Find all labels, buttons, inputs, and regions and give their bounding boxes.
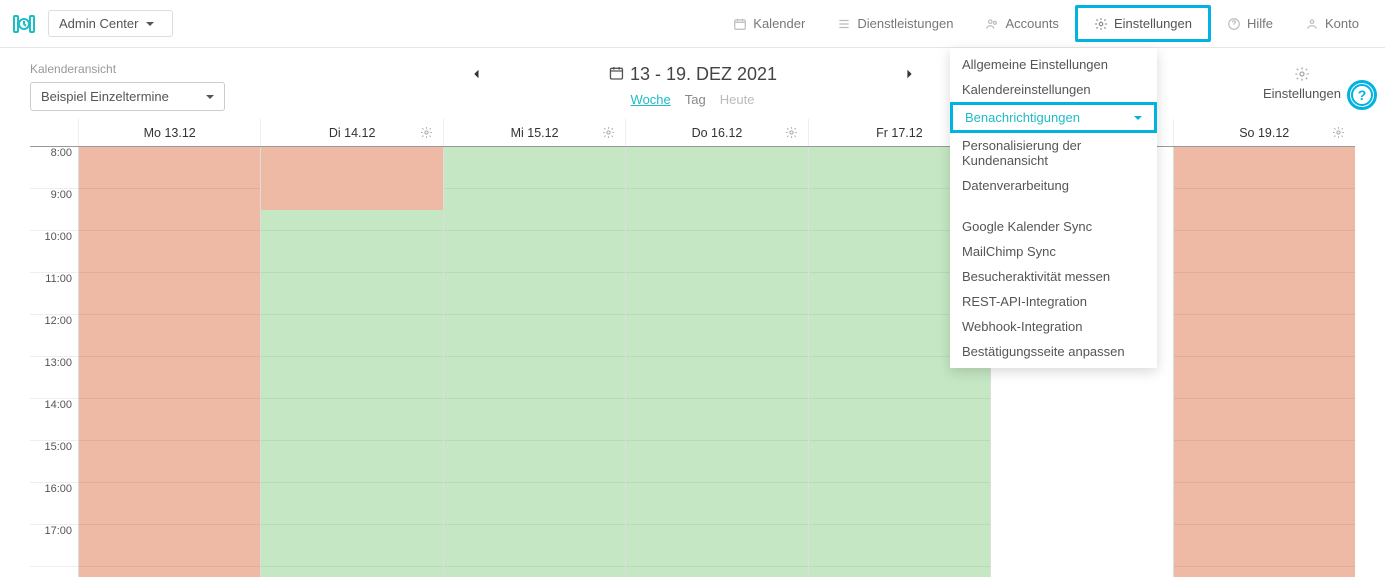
calendar-view-label: Kalenderansicht [30,62,225,76]
calendar: Mo 13.12 Di 14.12 Mi 15.12 Do 16.12 Fr 1… [0,119,1385,577]
calendar-icon [608,65,624,84]
day-column[interactable] [260,147,442,577]
nav-calendar-label: Kalender [753,16,805,31]
time-col-head [30,119,78,146]
menu-item[interactable]: Datenverarbeitung [950,173,1157,198]
day-settings-icon[interactable] [1332,126,1345,139]
menu-item[interactable]: Webhook-Integration [950,314,1157,339]
nav-help-label: Hilfe [1247,16,1273,31]
day-settings-icon[interactable] [785,126,798,139]
nav-services[interactable]: Dienstleistungen [821,8,969,39]
menu-item[interactable]: Kalendereinstellungen [950,77,1157,102]
day-settings-icon[interactable] [602,126,615,139]
calendar-view-select[interactable]: Beispiel Einzeltermine [30,82,225,111]
day-header: So 19.12 [1173,119,1355,146]
day-column[interactable] [625,147,807,577]
view-week[interactable]: Woche [631,92,671,107]
user-icon [1305,17,1319,31]
time-label: 13:00 [30,357,78,399]
time-label: 17:00 [30,525,78,567]
nav-services-label: Dienstleistungen [857,16,953,31]
day-settings-icon[interactable] [420,126,433,139]
floating-help-button[interactable]: ? [1347,80,1377,110]
menu-item[interactable]: MailChimp Sync [950,239,1157,264]
nav-account[interactable]: Konto [1289,8,1375,39]
time-column: 8:00 9:00 10:00 11:00 12:00 13:00 14:00 … [30,147,78,577]
settings-section-label: Einstellungen [1263,86,1341,101]
list-icon [837,17,851,31]
nav-help[interactable]: Hilfe [1211,8,1289,39]
day-header: Mo 13.12 [78,119,260,146]
menu-item[interactable]: Allgemeine Einstellungen [950,52,1157,77]
calendar-view-block: Kalenderansicht Beispiel Einzeltermine [30,62,225,111]
topbar: Admin Center Kalender Dienstleistungen A… [0,0,1385,48]
date-nav: 13 - 19. DEZ 2021 Woche Tag Heute [464,62,921,107]
gear-icon [1094,17,1108,31]
day-column[interactable] [1173,147,1355,577]
nav-settings-label: Einstellungen [1114,16,1192,31]
menu-item-notifications[interactable]: Benachrichtigungen [950,102,1157,133]
time-label: 12:00 [30,315,78,357]
top-nav: Kalender Dienstleistungen Accounts Einst… [717,5,1375,42]
nav-settings[interactable]: Einstellungen [1075,5,1211,42]
time-label: 14:00 [30,399,78,441]
time-label: 10:00 [30,231,78,273]
time-label: 9:00 [30,189,78,231]
prev-week-button[interactable] [464,62,488,86]
day-header: Di 14.12 [260,119,442,146]
gear-icon[interactable] [1294,66,1310,82]
day-column[interactable] [443,147,625,577]
nav-account-label: Konto [1325,16,1359,31]
day-header: Mi 15.12 [443,119,625,146]
day-header: Do 16.12 [625,119,807,146]
date-range: 13 - 19. DEZ 2021 [630,64,777,85]
view-switch: Woche Tag Heute [631,92,755,107]
admin-center-select[interactable]: Admin Center [48,10,173,37]
settings-dropdown: Allgemeine Einstellungen Kalendereinstel… [950,48,1157,368]
time-label: 8:00 [30,147,78,189]
help-icon [1227,17,1241,31]
menu-divider [950,198,1157,214]
calendar-view-selected: Beispiel Einzeltermine [41,89,169,104]
time-label: 15:00 [30,441,78,483]
nav-accounts[interactable]: Accounts [969,8,1074,39]
menu-item[interactable]: REST-API-Integration [950,289,1157,314]
calendar-icon [733,17,747,31]
admin-center-label: Admin Center [59,16,138,31]
users-icon [985,17,999,31]
day-columns [78,147,1355,577]
time-label: 11:00 [30,273,78,315]
app-logo [10,10,38,38]
view-today[interactable]: Heute [720,92,755,107]
sub-header: Kalenderansicht Beispiel Einzeltermine 1… [0,48,1385,111]
nav-accounts-label: Accounts [1005,16,1058,31]
menu-item[interactable]: Personalisierung der Kundenansicht [950,133,1157,173]
next-week-button[interactable] [897,62,921,86]
day-column[interactable] [78,147,260,577]
chevron-down-icon [206,95,214,99]
view-day[interactable]: Tag [685,92,706,107]
menu-item[interactable]: Google Kalender Sync [950,214,1157,239]
menu-item[interactable]: Besucheraktivität messen [950,264,1157,289]
menu-item[interactable]: Bestätigungsseite anpassen [950,339,1157,364]
time-label: 16:00 [30,483,78,525]
nav-calendar[interactable]: Kalender [717,8,821,39]
chevron-down-icon [1134,116,1142,120]
